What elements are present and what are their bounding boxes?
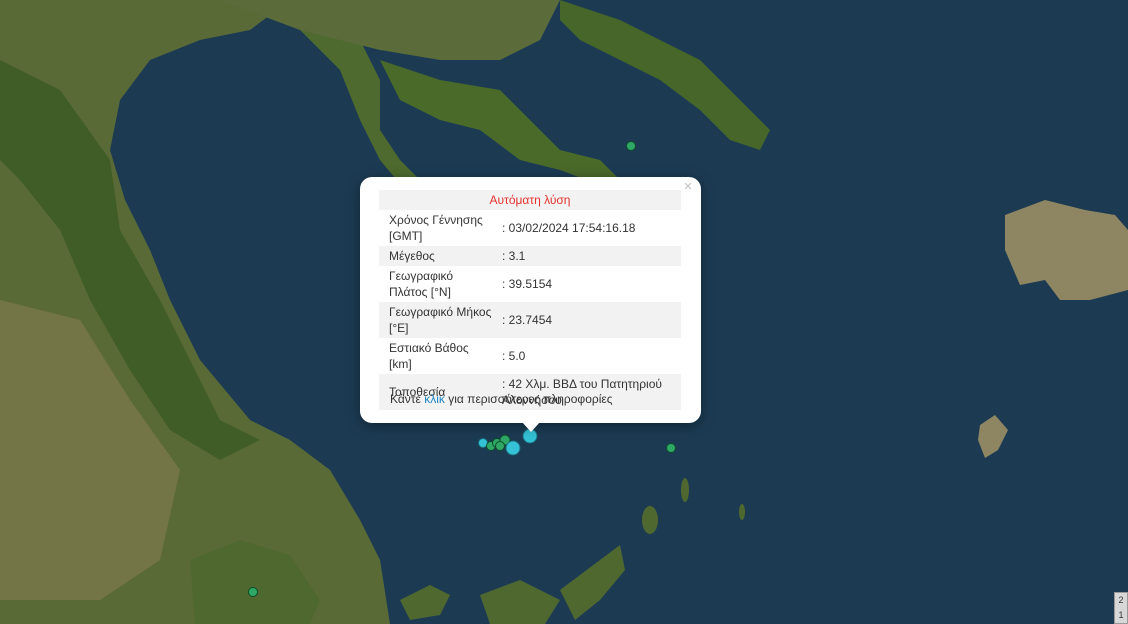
value-origin-time: : 03/02/2024 17:54:16.18 — [502, 221, 636, 235]
quake-marker[interactable] — [495, 441, 505, 451]
quake-marker[interactable] — [505, 440, 521, 456]
quake-info-table: Αυτόματη λύση Χρόνος Γέννησης [GMT] : 03… — [379, 190, 681, 410]
label-depth: Εστιακό Βάθος [km] — [389, 341, 469, 371]
value-magnitude: : 3.1 — [502, 246, 681, 266]
value-depth: : 5.0 — [502, 349, 526, 363]
map-scale-control: 2 1 — [1114, 592, 1128, 624]
more-prefix: Κάντε — [390, 392, 425, 406]
value-longitude: : 23.7454 — [502, 302, 681, 338]
close-icon[interactable]: × — [681, 179, 695, 194]
quake-marker[interactable] — [248, 587, 258, 597]
islet — [681, 478, 689, 502]
islet — [739, 504, 745, 520]
label-origin-time: Χρόνος Γέννησης [GMT] — [389, 213, 483, 243]
islet — [642, 506, 658, 534]
quake-marker[interactable] — [626, 141, 636, 151]
label-longitude: Γεωγραφικό Μήκος [°E] — [379, 302, 502, 338]
scale-top: 2 — [1118, 595, 1124, 605]
popup-title: Αυτόματη λύση — [379, 190, 681, 210]
quake-popup: × Αυτόματη λύση Χρόνος Γέννησης [GMT] : … — [360, 177, 701, 432]
label-magnitude: Μέγεθος — [379, 246, 502, 266]
label-latitude: Γεωγραφικό Πλάτος [°N] — [389, 269, 454, 299]
quake-marker[interactable] — [666, 443, 676, 453]
scale-bottom: 1 — [1118, 610, 1124, 620]
more-suffix: για περισσότερες πληροφορίες — [444, 392, 613, 406]
popup-tip — [522, 422, 540, 432]
more-info-text: Κάντε κλικ για περισσότερες πληροφορίες — [390, 392, 613, 406]
value-latitude: : 39.5154 — [502, 277, 553, 291]
more-info-link[interactable]: κλικ — [424, 392, 445, 406]
